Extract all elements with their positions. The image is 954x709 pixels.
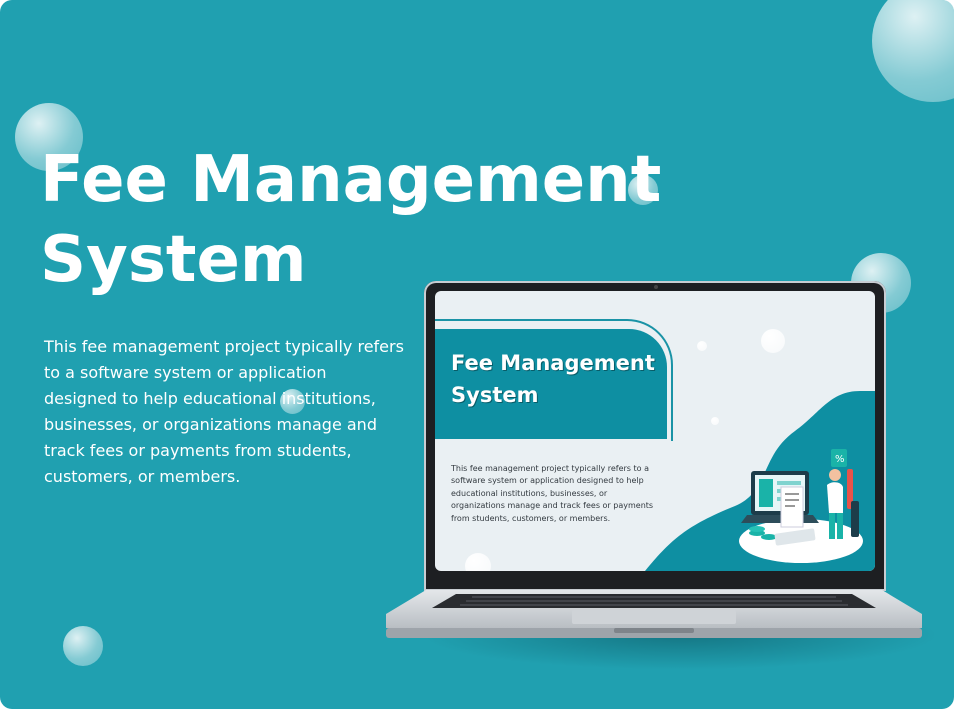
screen-bubble (697, 341, 707, 351)
screen-bubble (711, 417, 719, 425)
svg-text:%: % (835, 454, 845, 465)
camera-icon (654, 285, 658, 289)
hero-card: Fee Management System This fee managemen… (0, 0, 954, 709)
screen-bubble (761, 329, 785, 353)
laptop-icon: Fee Management System This fee managemen… (424, 281, 886, 591)
screen-title: Fee Management System (451, 347, 655, 411)
bubble-decoration (872, 0, 954, 102)
laptop-screen: Fee Management System This fee managemen… (435, 291, 875, 571)
bubble-decoration (63, 626, 103, 666)
page-title-line-2: System (40, 223, 307, 297)
screen-title-line-2: System (451, 383, 539, 407)
page-title: Fee Management System (40, 140, 661, 300)
screen-title-line-1: Fee Management (451, 351, 655, 375)
laptop-base (386, 590, 922, 638)
page-title-line-1: Fee Management (40, 143, 662, 217)
screen-description: This fee management project typically re… (451, 464, 654, 523)
page-description: This fee management project typically re… (44, 337, 404, 486)
accountant-illustration-icon: % (739, 449, 863, 563)
